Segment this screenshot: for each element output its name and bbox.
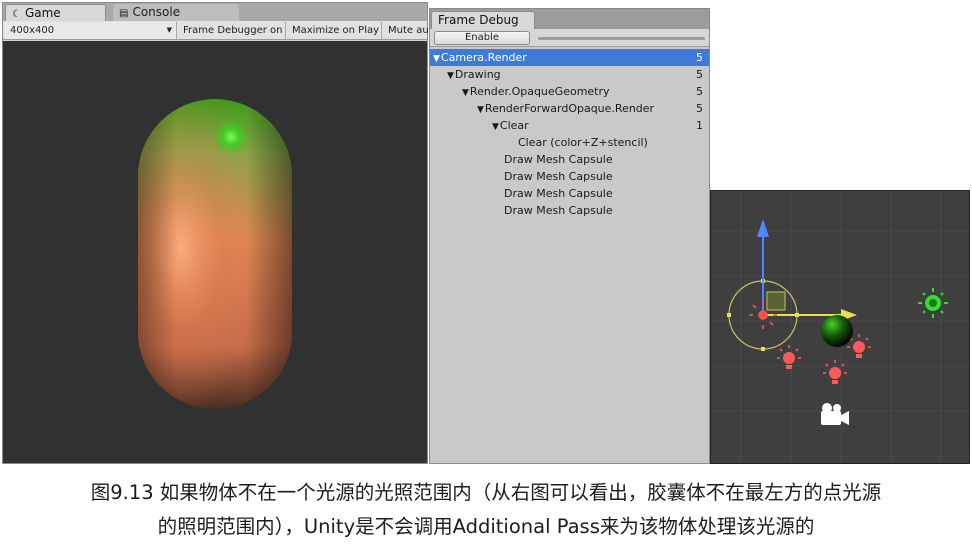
- game-controller-icon: ☾: [12, 9, 21, 20]
- chevron-down-icon: ▼: [166, 26, 172, 34]
- enable-button[interactable]: Enable: [434, 31, 530, 45]
- game-viewport[interactable]: [3, 41, 427, 463]
- tree-row-draw-mesh[interactable]: Draw Mesh Capsule: [430, 168, 709, 185]
- tree-row-draw-mesh[interactable]: Draw Mesh Capsule: [430, 202, 709, 219]
- capsule-render: [138, 99, 292, 409]
- frame-debug-window: Frame Debug Enable ▼Camera.Render 5 ▼Dra…: [429, 8, 710, 464]
- event-slider[interactable]: [538, 37, 705, 40]
- scene-canvas: [711, 191, 969, 463]
- tree-row-draw-mesh[interactable]: Draw Mesh Capsule: [430, 151, 709, 168]
- triangle-down-icon: ▼: [447, 71, 454, 81]
- move-gizmo[interactable]: [757, 219, 857, 321]
- frame-event-tree: ▼Camera.Render 5 ▼Drawing 5 ▼Render.Opaq…: [430, 49, 709, 463]
- tree-row-clear-event[interactable]: Clear (color+Z+stencil): [430, 134, 709, 151]
- mute-audio-button[interactable]: Mute aud: [383, 22, 429, 39]
- scene-view[interactable]: [710, 190, 970, 464]
- tab-game[interactable]: ☾ Game: [5, 4, 106, 21]
- caption-line-2: 的照明范围内），Unity是不会调用Additional Pass来为该物体处理…: [157, 515, 815, 538]
- capsule-object[interactable]: [821, 315, 853, 347]
- tree-row-render-opaque-geometry[interactable]: ▼Render.OpaqueGeometry 5: [430, 83, 709, 100]
- frame-debug-tabbar: Frame Debug: [430, 9, 709, 29]
- maximize-on-play-button[interactable]: Maximize on Play: [287, 22, 382, 39]
- triangle-down-icon: ▼: [477, 105, 484, 115]
- tab-console[interactable]: ▤ Console: [113, 4, 239, 21]
- frame-debugger-button[interactable]: Frame Debugger on: [178, 22, 286, 39]
- tree-row-camera-render[interactable]: ▼Camera.Render 5: [430, 49, 709, 66]
- triangle-down-icon: ▼: [492, 122, 499, 132]
- figure-caption: 图9.13 如果物体不在一个光源的光照范围内（从右图可以看出，胶囊体不在最左方的…: [0, 476, 972, 544]
- light-icon[interactable]: [823, 360, 847, 384]
- caption-line-1: 图9.13 如果物体不在一个光源的光照范围内（从右图可以看出，胶囊体不在最左方的…: [90, 481, 882, 504]
- light-icon[interactable]: [777, 345, 801, 369]
- tree-row-draw-mesh[interactable]: Draw Mesh Capsule: [430, 185, 709, 202]
- game-tabbar: ☾ Game ▤ Console: [3, 3, 427, 21]
- tab-frame-debug[interactable]: Frame Debug: [431, 11, 535, 29]
- triangle-down-icon: ▼: [462, 88, 469, 98]
- frame-debug-toolbar: Enable: [430, 29, 709, 47]
- tree-row-drawing[interactable]: ▼Drawing 5: [430, 66, 709, 83]
- game-toolbar: 400x400 ▼ Frame Debugger on Maximize on …: [3, 21, 429, 40]
- light-icon-green[interactable]: [918, 288, 948, 318]
- triangle-down-icon: ▼: [433, 54, 440, 64]
- tree-row-render-forward-opaque[interactable]: ▼RenderForwardOpaque.Render 5: [430, 100, 709, 117]
- camera-icon[interactable]: [821, 403, 849, 425]
- resolution-dropdown[interactable]: 400x400 ▼: [5, 22, 177, 39]
- console-icon: ▤: [119, 8, 129, 19]
- tree-row-clear[interactable]: ▼Clear 1: [430, 117, 709, 134]
- game-window: ☾ Game ▤ Console 400x400 ▼ Frame Debugger …: [2, 2, 429, 464]
